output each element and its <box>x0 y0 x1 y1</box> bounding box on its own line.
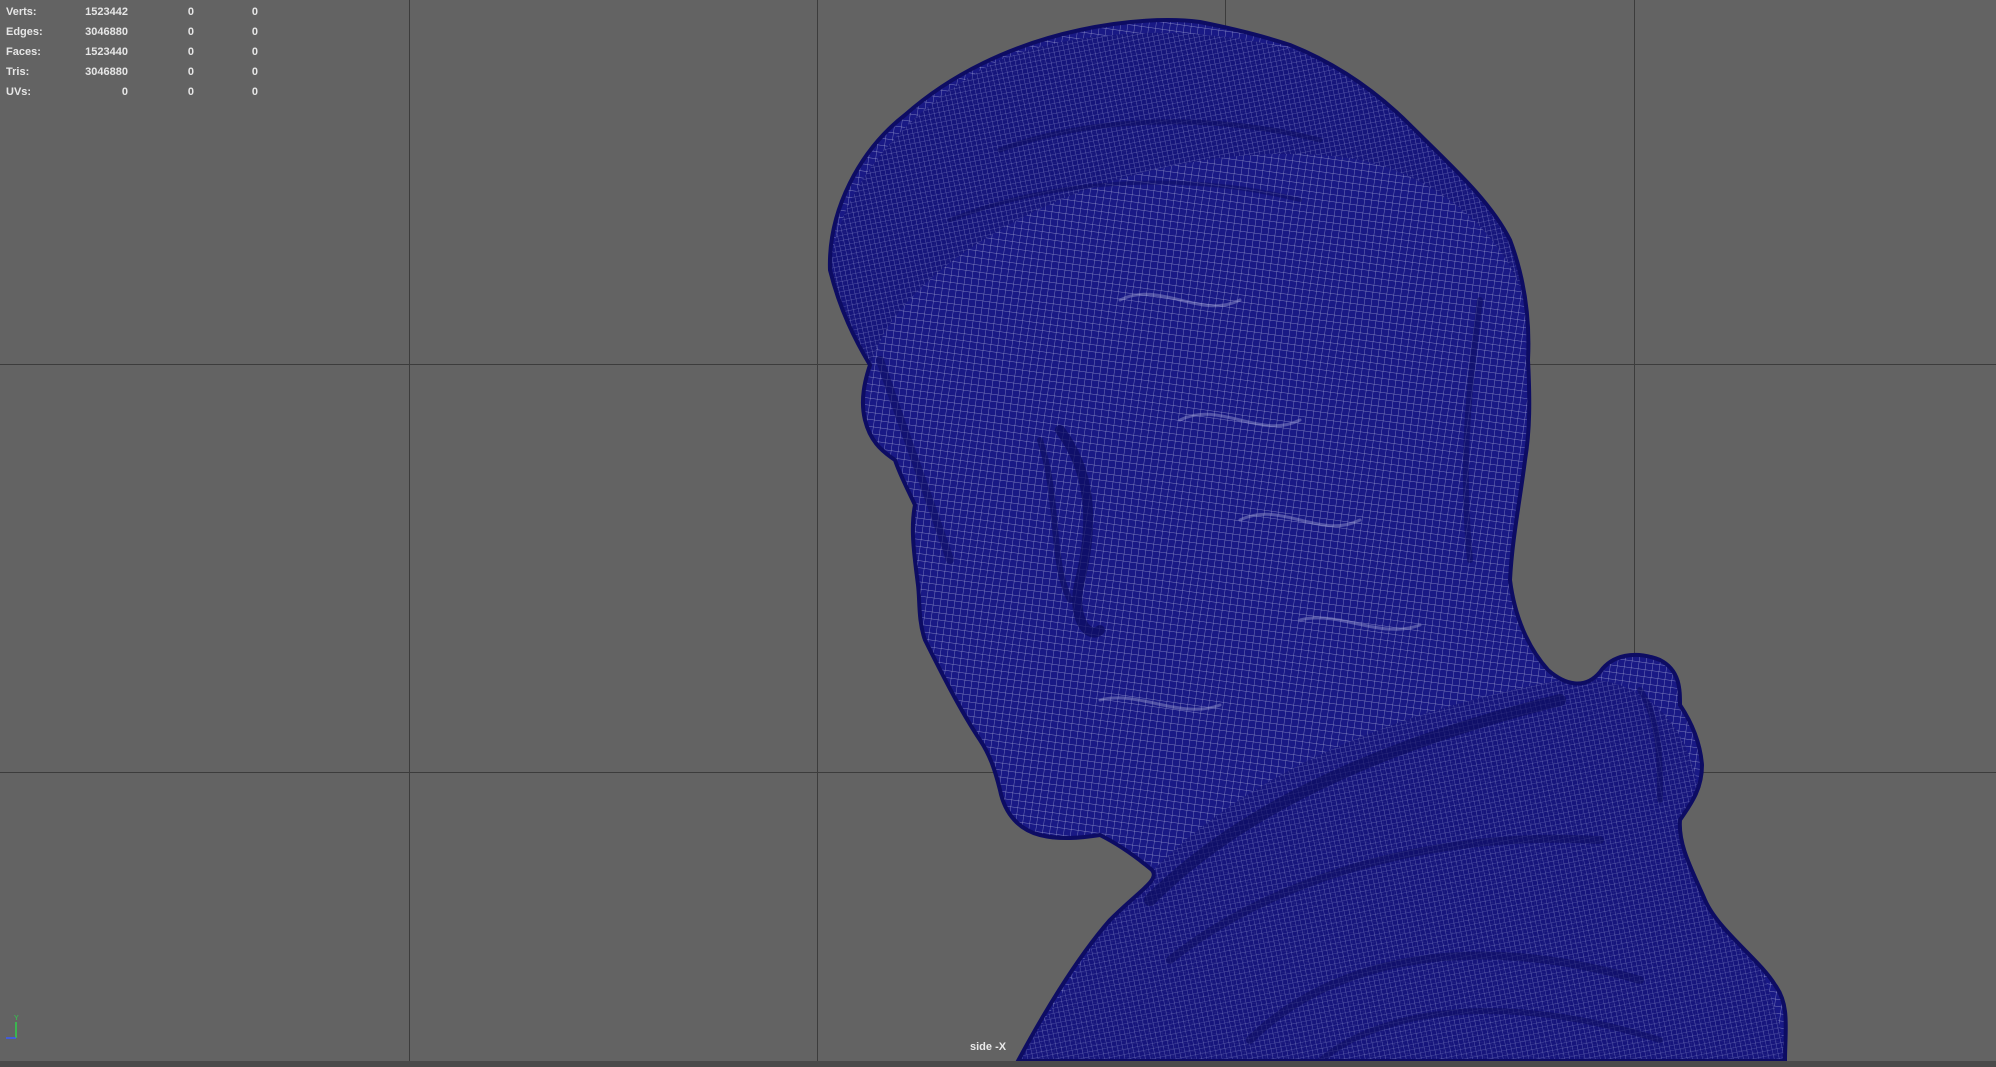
poly-count-hud: Verts: 1523442 0 0 Edges: 3046880 0 0 Fa… <box>6 2 266 102</box>
hud-row-faces: Faces: 1523440 0 0 <box>6 42 266 62</box>
hud-selected-value: 0 <box>187 66 194 78</box>
hud-row-edges: Edges: 3046880 0 0 <box>6 22 266 42</box>
axis-gizmo-icon: Y <box>6 1015 19 1039</box>
hud-uv-value: 0 <box>251 66 258 78</box>
hud-total-value: 1523442 <box>85 6 128 18</box>
hud-row-verts: Verts: 1523442 0 0 <box>6 2 266 22</box>
hud-label: Edges: <box>6 26 43 38</box>
hud-row-tris: Tris: 3046880 0 0 <box>6 62 266 82</box>
hud-label: UVs: <box>6 86 32 98</box>
hud-uv-value: 0 <box>251 6 258 18</box>
hud-label: Tris: <box>6 66 30 78</box>
hud-label: Verts: <box>6 6 37 18</box>
axis-y-label: Y <box>14 1015 19 1022</box>
hud-uv-value: 0 <box>251 86 258 98</box>
viewport-bottom-border <box>0 1061 1996 1067</box>
hud-selected-value: 0 <box>187 26 194 38</box>
hud-uv-value: 0 <box>251 46 258 58</box>
hud-selected-value: 0 <box>187 46 194 58</box>
hud-label: Faces: <box>6 46 41 58</box>
hud-total-value: 1523440 <box>85 46 128 58</box>
hud-total-value: 3046880 <box>85 66 128 78</box>
hud-selected-value: 0 <box>187 86 194 98</box>
hud-uv-value: 0 <box>251 26 258 38</box>
hud-selected-value: 0 <box>187 6 194 18</box>
hud-total-value: 3046880 <box>85 26 128 38</box>
hud-total-value: 0 <box>121 86 128 98</box>
viewport-panel[interactable]: Verts: 1523442 0 0 Edges: 3046880 0 0 Fa… <box>0 0 1996 1061</box>
mesh-wireframe[interactable] <box>0 0 1996 1061</box>
hud-row-uvs: UVs: 0 0 0 <box>6 82 266 102</box>
camera-name-label: side -X <box>970 1041 1007 1053</box>
